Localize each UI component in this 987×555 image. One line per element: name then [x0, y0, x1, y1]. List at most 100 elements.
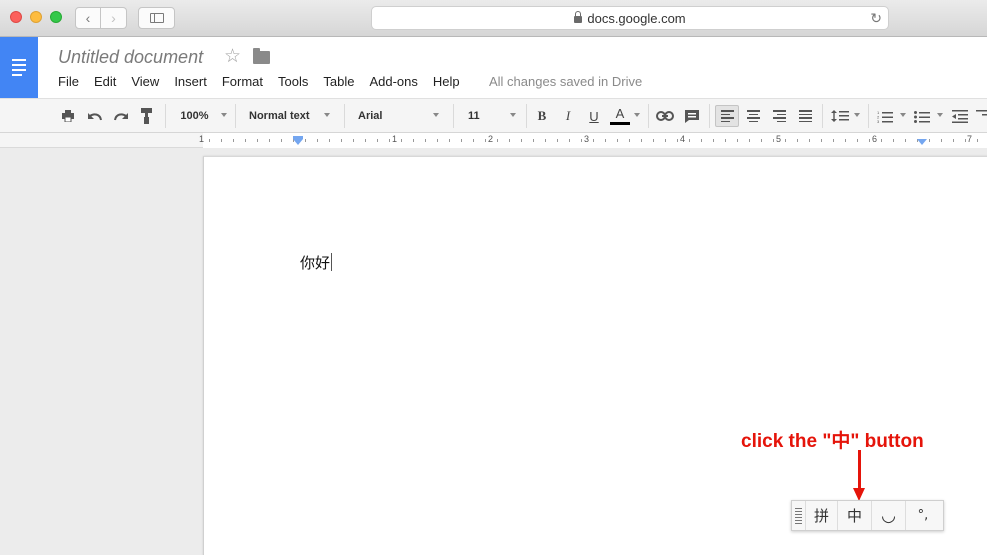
- text-color-label: A: [615, 106, 625, 121]
- menu-edit[interactable]: Edit: [94, 74, 116, 89]
- ruler-tick: [461, 139, 462, 142]
- line-spacing-icon: [831, 110, 849, 122]
- ruler-tick: [941, 139, 942, 142]
- justify-button[interactable]: [795, 105, 815, 127]
- ruler-tick: [869, 139, 870, 142]
- undo-button[interactable]: [85, 105, 105, 127]
- menu-addons[interactable]: Add-ons: [369, 74, 417, 89]
- right-indent-handle[interactable]: [917, 139, 927, 145]
- font-dropdown-icon: [433, 113, 439, 117]
- style-select[interactable]: Normal text: [242, 105, 317, 127]
- minimize-window-button[interactable]: [30, 11, 42, 23]
- ruler-tick: [905, 139, 906, 142]
- align-right-button[interactable]: [769, 105, 789, 127]
- formatting-toolbar: 100% Normal text Arial 11 B I U A 1 2 3: [0, 98, 987, 133]
- ruler-tick: [845, 139, 846, 142]
- browser-toolbar: ‹ › docs.google.com ↻: [0, 0, 987, 37]
- bold-button[interactable]: B: [533, 105, 551, 127]
- menu-view[interactable]: View: [131, 74, 159, 89]
- link-icon: [656, 111, 674, 121]
- bulleted-list-icon: [914, 110, 930, 123]
- forward-button[interactable]: ›: [101, 7, 127, 29]
- ruler-tick: [353, 139, 354, 142]
- ruler-tick: [233, 139, 234, 142]
- redo-button[interactable]: [111, 105, 131, 127]
- insert-link-button[interactable]: [655, 105, 675, 127]
- menu-insert[interactable]: Insert: [174, 74, 207, 89]
- document-title[interactable]: Untitled document: [58, 47, 203, 68]
- italic-button[interactable]: I: [559, 105, 577, 127]
- star-icon[interactable]: ☆: [224, 45, 241, 68]
- ruler-tick: [317, 139, 318, 142]
- ruler-tick: [617, 139, 618, 142]
- document-page[interactable]: 你好: [203, 156, 987, 555]
- docs-header: Untitled document ☆ File Edit View Inser…: [0, 37, 987, 98]
- paint-format-button[interactable]: [137, 105, 157, 127]
- menu-table[interactable]: Table: [323, 74, 354, 89]
- ruler-tick: [701, 139, 702, 142]
- ruler-tick: [581, 139, 582, 142]
- text-cursor: [331, 253, 333, 271]
- lock-icon: [574, 10, 583, 23]
- decrease-indent-button[interactable]: [950, 105, 970, 127]
- menu-tools[interactable]: Tools: [278, 74, 308, 89]
- align-center-button[interactable]: [743, 105, 763, 127]
- left-indent-handle[interactable]: [293, 139, 303, 145]
- save-status[interactable]: All changes saved in Drive: [489, 74, 642, 89]
- ruler-tick: [965, 139, 966, 142]
- address-bar[interactable]: docs.google.com ↻: [371, 6, 889, 30]
- ruler-number: 6: [872, 134, 878, 144]
- ime-half-full-width-button[interactable]: ◡: [872, 501, 906, 530]
- ruler-tick: [557, 139, 558, 142]
- align-left-button[interactable]: [715, 105, 739, 127]
- ime-pinyin-button[interactable]: 拼: [806, 501, 838, 530]
- justify-icon: [798, 110, 812, 122]
- numbered-list-button[interactable]: 123: [875, 105, 895, 127]
- menu-file[interactable]: File: [58, 74, 79, 89]
- numbered-list-dropdown-icon: [900, 113, 906, 117]
- ruler-tick: [689, 139, 690, 142]
- menu-help[interactable]: Help: [433, 74, 460, 89]
- drag-handle-icon[interactable]: [792, 501, 806, 530]
- reload-icon[interactable]: ↻: [870, 10, 882, 27]
- ruler-tick: [893, 139, 894, 142]
- folder-icon[interactable]: [253, 48, 270, 64]
- ruler-tick: [797, 139, 798, 142]
- underline-button[interactable]: U: [585, 105, 603, 127]
- ruler-tick: [485, 139, 486, 142]
- insert-comment-button[interactable]: [682, 105, 702, 127]
- zoom-window-button[interactable]: [50, 11, 62, 23]
- increase-indent-button[interactable]: [976, 105, 987, 127]
- font-select[interactable]: Arial: [350, 105, 430, 127]
- ruler-tick: [341, 139, 342, 142]
- text-color-swatch: [610, 122, 630, 125]
- ime-punctuation-button[interactable]: °,: [906, 501, 940, 530]
- bulleted-list-button[interactable]: [912, 105, 932, 127]
- close-window-button[interactable]: [10, 11, 22, 23]
- undo-icon: [88, 113, 102, 121]
- zoom-select[interactable]: 100%: [172, 105, 217, 127]
- ime-chinese-mode-button[interactable]: 中: [838, 501, 872, 530]
- ruler-tick: [245, 139, 246, 142]
- ruler: 1 1 2 3 4 5 6 7: [0, 133, 987, 148]
- text-color-button[interactable]: A: [609, 105, 631, 127]
- align-right-icon: [772, 110, 786, 122]
- menu-bar: File Edit View Insert Format Tools Table…: [58, 74, 475, 89]
- font-size-select[interactable]: 11: [462, 105, 492, 127]
- ruler-tick: [713, 139, 714, 142]
- ruler-tick: [365, 139, 366, 142]
- ruler-tick: [665, 139, 666, 142]
- sidebar-toggle-button[interactable]: [138, 7, 175, 29]
- ruler-tick: [773, 139, 774, 142]
- print-button[interactable]: [58, 105, 78, 127]
- menu-format[interactable]: Format: [222, 74, 263, 89]
- document-body-text[interactable]: 你好: [300, 252, 333, 273]
- docs-logo-icon[interactable]: [0, 37, 38, 98]
- instruction-annotation: click the "中" button: [741, 431, 924, 452]
- ime-toolbar: 拼 中 ◡ °,: [791, 500, 944, 531]
- line-spacing-button[interactable]: [829, 105, 851, 127]
- back-button[interactable]: ‹: [75, 7, 101, 29]
- comment-icon: [685, 109, 699, 123]
- ruler-tick: [533, 139, 534, 142]
- ruler-tick: [425, 139, 426, 142]
